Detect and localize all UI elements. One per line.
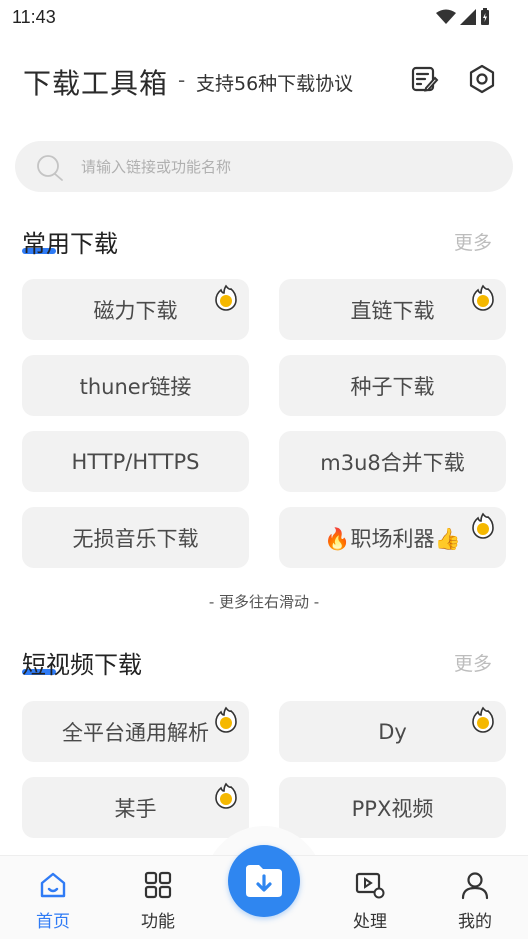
tile-label: 直链下载 [350, 298, 435, 323]
status-bar: 11:43 [0, 0, 528, 36]
hot-badge-icon [472, 512, 494, 539]
hot-badge-icon [472, 284, 494, 311]
tile-label: PPX视频 [351, 796, 434, 821]
scroll-hint: - 更多往右滑动 - [208, 593, 320, 611]
tile-moushou[interactable]: 某手 [22, 777, 249, 838]
video-settings-icon [355, 872, 385, 899]
section-title-video: 短视频下载 [22, 651, 142, 679]
signal-icon [460, 9, 476, 25]
app-header: 下载工具箱 - 支持56种下载协议 [0, 58, 528, 104]
tile-workplace-tools[interactable]: 🔥职场利器👍 [279, 507, 506, 568]
video-more-link[interactable]: 更多 [454, 649, 492, 676]
tile-dy[interactable]: Dy [279, 701, 506, 762]
tile-direct-download[interactable]: 直链下载 [279, 279, 506, 340]
battery-icon [481, 8, 489, 25]
nav-item-functions[interactable]: 功能 [123, 870, 193, 934]
wifi-icon [436, 9, 456, 24]
search-bar[interactable] [15, 141, 513, 192]
tile-label: 全平台通用解析 [62, 720, 209, 745]
common-more-link[interactable]: 更多 [454, 228, 492, 255]
home-icon [40, 872, 66, 898]
tile-lossless-music[interactable]: 无损音乐下载 [22, 507, 249, 568]
nav-label: 我的 [458, 912, 492, 932]
page-subtitle: 支持56种下载协议 [196, 73, 354, 95]
tile-label: thuner链接 [79, 374, 192, 399]
tile-magnet-download[interactable]: 磁力下载 [22, 279, 249, 340]
tile-torrent-download[interactable]: 种子下载 [279, 355, 506, 416]
nav-label: 功能 [141, 912, 175, 932]
tile-ppx-video[interactable]: PPX视频 [279, 777, 506, 838]
tile-label: 磁力下载 [93, 298, 178, 323]
tile-m3u8-merge[interactable]: m3u8合并下载 [279, 431, 506, 492]
search-input[interactable] [81, 141, 481, 192]
grid-icon [144, 871, 172, 899]
hot-badge-icon [472, 706, 494, 733]
settings-button[interactable] [467, 64, 497, 94]
tile-label: 某手 [114, 796, 157, 821]
title-separator: - [178, 68, 186, 92]
tile-label: 无损音乐下载 [72, 526, 199, 551]
tile-label: 种子下载 [350, 374, 435, 399]
tile-label: HTTP/HTTPS [71, 449, 200, 474]
status-icons [436, 8, 490, 26]
notes-edit-icon [411, 66, 439, 92]
page-title: 下载工具箱 [23, 67, 169, 100]
tile-thunder-link[interactable]: thuner链接 [22, 355, 249, 416]
status-time: 11:43 [12, 7, 56, 27]
hot-badge-icon [215, 782, 237, 809]
section-title-common: 常用下载 [22, 230, 118, 258]
download-center-button[interactable] [228, 845, 300, 917]
search-icon [37, 155, 63, 181]
tile-http-https[interactable]: HTTP/HTTPS [22, 431, 249, 492]
hot-badge-icon [215, 706, 237, 733]
download-folder-icon [246, 865, 282, 897]
nav-item-home[interactable]: 首页 [18, 870, 88, 934]
nav-item-profile[interactable]: 我的 [440, 870, 510, 934]
settings-gear-icon [469, 64, 495, 94]
tile-label: 🔥职场利器👍 [324, 526, 461, 551]
nav-label: 首页 [36, 912, 70, 932]
hot-badge-icon [215, 284, 237, 311]
tile-label: m3u8合并下载 [320, 450, 465, 475]
nav-label: 处理 [353, 912, 387, 932]
nav-item-process[interactable]: 处理 [335, 870, 405, 934]
notes-edit-button[interactable] [409, 64, 439, 94]
tile-label: Dy [378, 719, 407, 744]
person-icon [461, 872, 489, 900]
tile-universal-parse[interactable]: 全平台通用解析 [22, 701, 249, 762]
